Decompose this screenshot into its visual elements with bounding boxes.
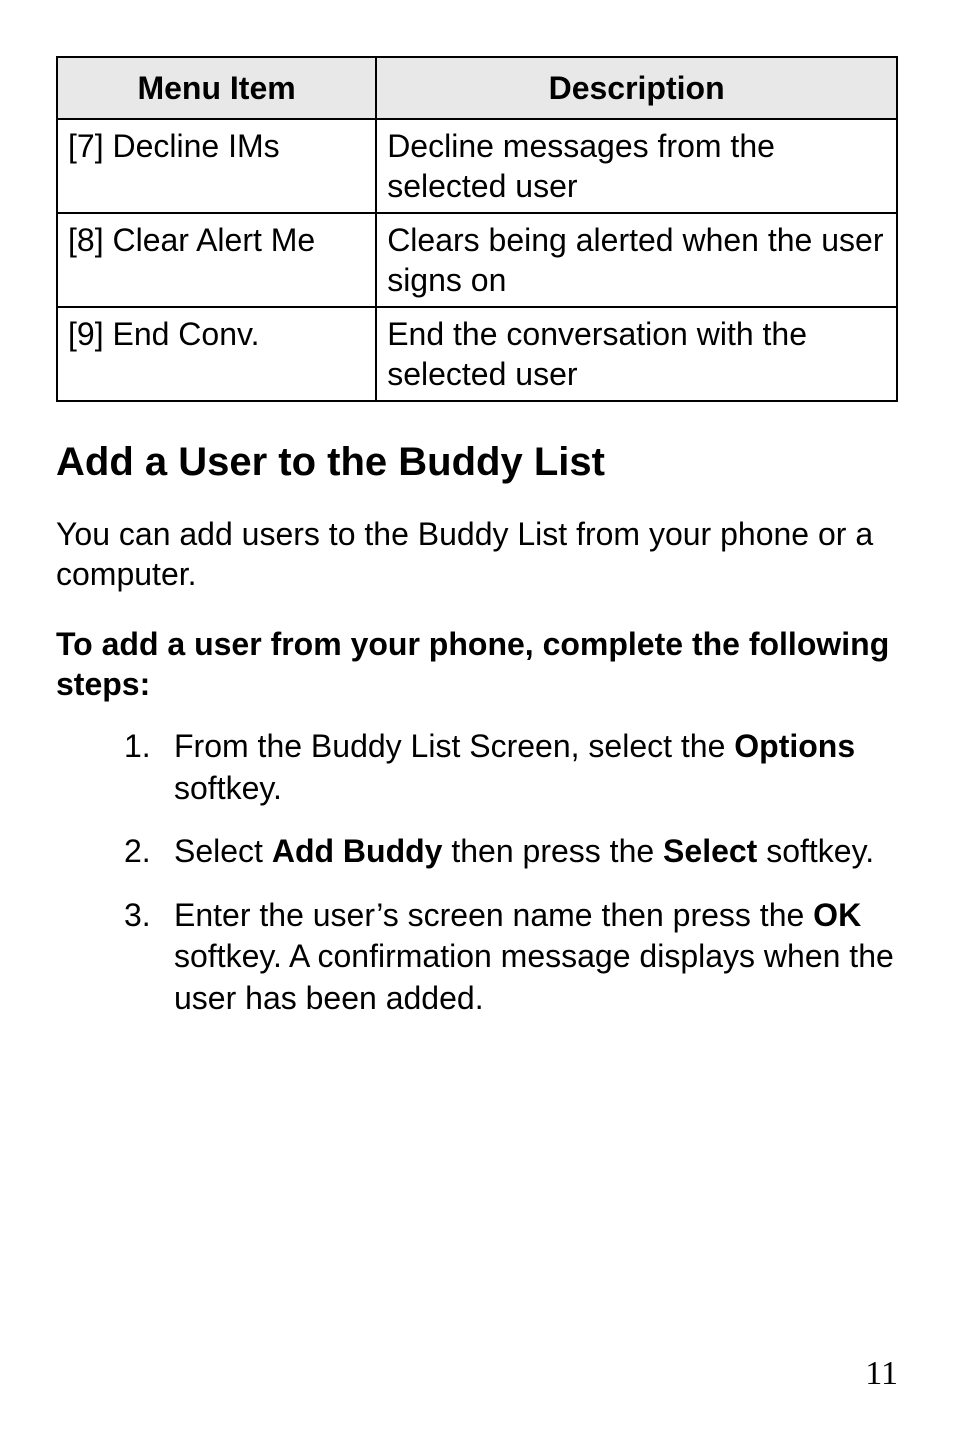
table-cell-desc: Decline messages from the selected user <box>376 119 897 213</box>
table-cell-desc: Clears being alerted when the user signs… <box>376 213 897 307</box>
table-header-description: Description <box>376 57 897 119</box>
step-text: softkey. <box>174 770 282 806</box>
step-text: Enter the user’s screen name then press … <box>174 897 813 933</box>
table-cell-menu: [9] End Conv. <box>57 307 376 401</box>
table-row: [7] Decline IMs Decline messages from th… <box>57 119 897 213</box>
steps-list: 1. From the Buddy List Screen, select th… <box>56 726 898 1020</box>
table-cell-menu: [8] Clear Alert Me <box>57 213 376 307</box>
step-text: From the Buddy List Screen, select the <box>174 728 734 764</box>
table-cell-menu: [7] Decline IMs <box>57 119 376 213</box>
step-bold: OK <box>813 897 861 933</box>
table-row: [8] Clear Alert Me Clears being alerted … <box>57 213 897 307</box>
step-number: 1. <box>124 726 151 768</box>
step-bold: Select <box>663 833 757 869</box>
table-header-menu: Menu Item <box>57 57 376 119</box>
step-bold: Add Buddy <box>272 833 443 869</box>
menu-description-table: Menu Item Description [7] Decline IMs De… <box>56 56 898 402</box>
page-number: 11 <box>865 1355 898 1393</box>
step-bold: Options <box>734 728 855 764</box>
step-number: 3. <box>124 895 151 937</box>
step-number: 2. <box>124 831 151 873</box>
step-text: softkey. A confirmation message displays… <box>174 938 894 1016</box>
steps-subheading: To add a user from your phone, complete … <box>56 624 898 704</box>
table-row: [9] End Conv. End the conversation with … <box>57 307 897 401</box>
step-text: softkey. <box>757 833 874 869</box>
table-cell-desc: End the conversation with the selected u… <box>376 307 897 401</box>
step-text: Select <box>174 833 272 869</box>
section-heading: Add a User to the Buddy List <box>56 438 898 486</box>
list-item: 2. Select Add Buddy then press the Selec… <box>124 831 898 873</box>
intro-paragraph: You can add users to the Buddy List from… <box>56 514 898 594</box>
step-text: then press the <box>442 833 663 869</box>
list-item: 3. Enter the user’s screen name then pre… <box>124 895 898 1020</box>
list-item: 1. From the Buddy List Screen, select th… <box>124 726 898 809</box>
